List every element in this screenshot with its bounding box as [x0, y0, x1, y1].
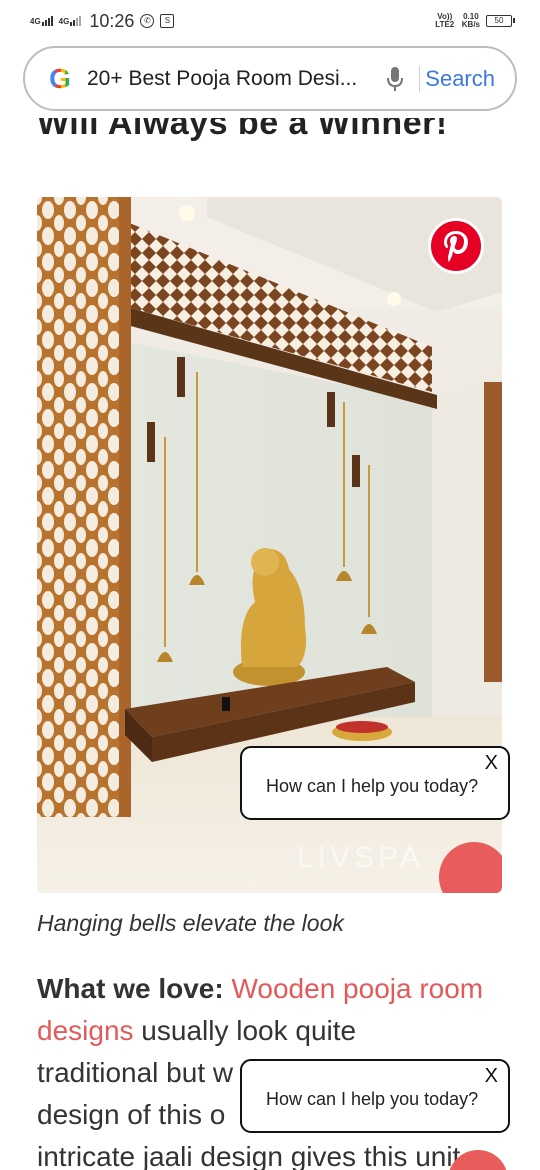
search-button[interactable]: Search — [419, 65, 495, 92]
volte-indicator: Vo)) LTE2 — [435, 12, 455, 29]
signal-icon-2: 4G — [59, 16, 82, 26]
status-left: 4G 4G 10:26 ✆ S — [30, 10, 175, 32]
battery-icon: 50 — [486, 15, 515, 27]
chat-popup[interactable]: How can I help you today? X — [240, 746, 510, 820]
body-line-1-rest: usually look quite — [133, 1015, 357, 1046]
body-line-4: intricate jaali design gives this unit — [37, 1141, 461, 1170]
google-search-bar[interactable]: G 20+ Best Pooja Room Desi... Search — [23, 46, 517, 111]
status-bar: 4G 4G 10:26 ✆ S Vo)) LTE2 0.10 KB/s 50 — [0, 0, 540, 42]
network-type-2: 4G — [58, 17, 70, 26]
article-content: Will Always be a Winner! LIVSPA Hanging … — [0, 118, 540, 1170]
article-heading: Will Always be a Winner! — [37, 118, 448, 142]
network-speed: 0.10 KB/s — [462, 13, 480, 29]
close-icon-2[interactable]: X — [485, 1065, 498, 1088]
signal-icon: 4G — [30, 16, 53, 26]
what-we-love-label: What we love: — [37, 973, 224, 1004]
whatsapp-icon: ✆ — [140, 14, 155, 28]
network-type-1: 4G — [30, 17, 41, 26]
pinterest-save-button[interactable] — [428, 218, 484, 274]
chat-popup-text[interactable]: How can I help you today? — [266, 776, 478, 797]
close-icon[interactable]: X — [485, 752, 498, 775]
microphone-icon[interactable] — [381, 61, 409, 97]
chat-popup-text-2[interactable]: How can I help you today? — [266, 1089, 478, 1110]
chat-popup-2[interactable]: How can I help you today? X — [240, 1059, 510, 1133]
notification-icon: S — [160, 14, 175, 28]
body-line-1: What we love: Wooden pooja room designs … — [37, 968, 507, 1052]
battery-level: 50 — [494, 16, 504, 25]
pinterest-icon — [444, 231, 468, 262]
speed-unit: KB/s — [461, 20, 480, 29]
image-caption: Hanging bells elevate the look — [37, 910, 344, 936]
status-right: Vo)) LTE2 0.10 KB/s 50 — [434, 12, 515, 29]
status-time: 10:26 — [89, 10, 135, 31]
search-query[interactable]: 20+ Best Pooja Room Desi... — [87, 67, 381, 91]
watermark-text: LIVSPA — [297, 841, 424, 874]
google-logo-icon: G — [49, 62, 71, 94]
